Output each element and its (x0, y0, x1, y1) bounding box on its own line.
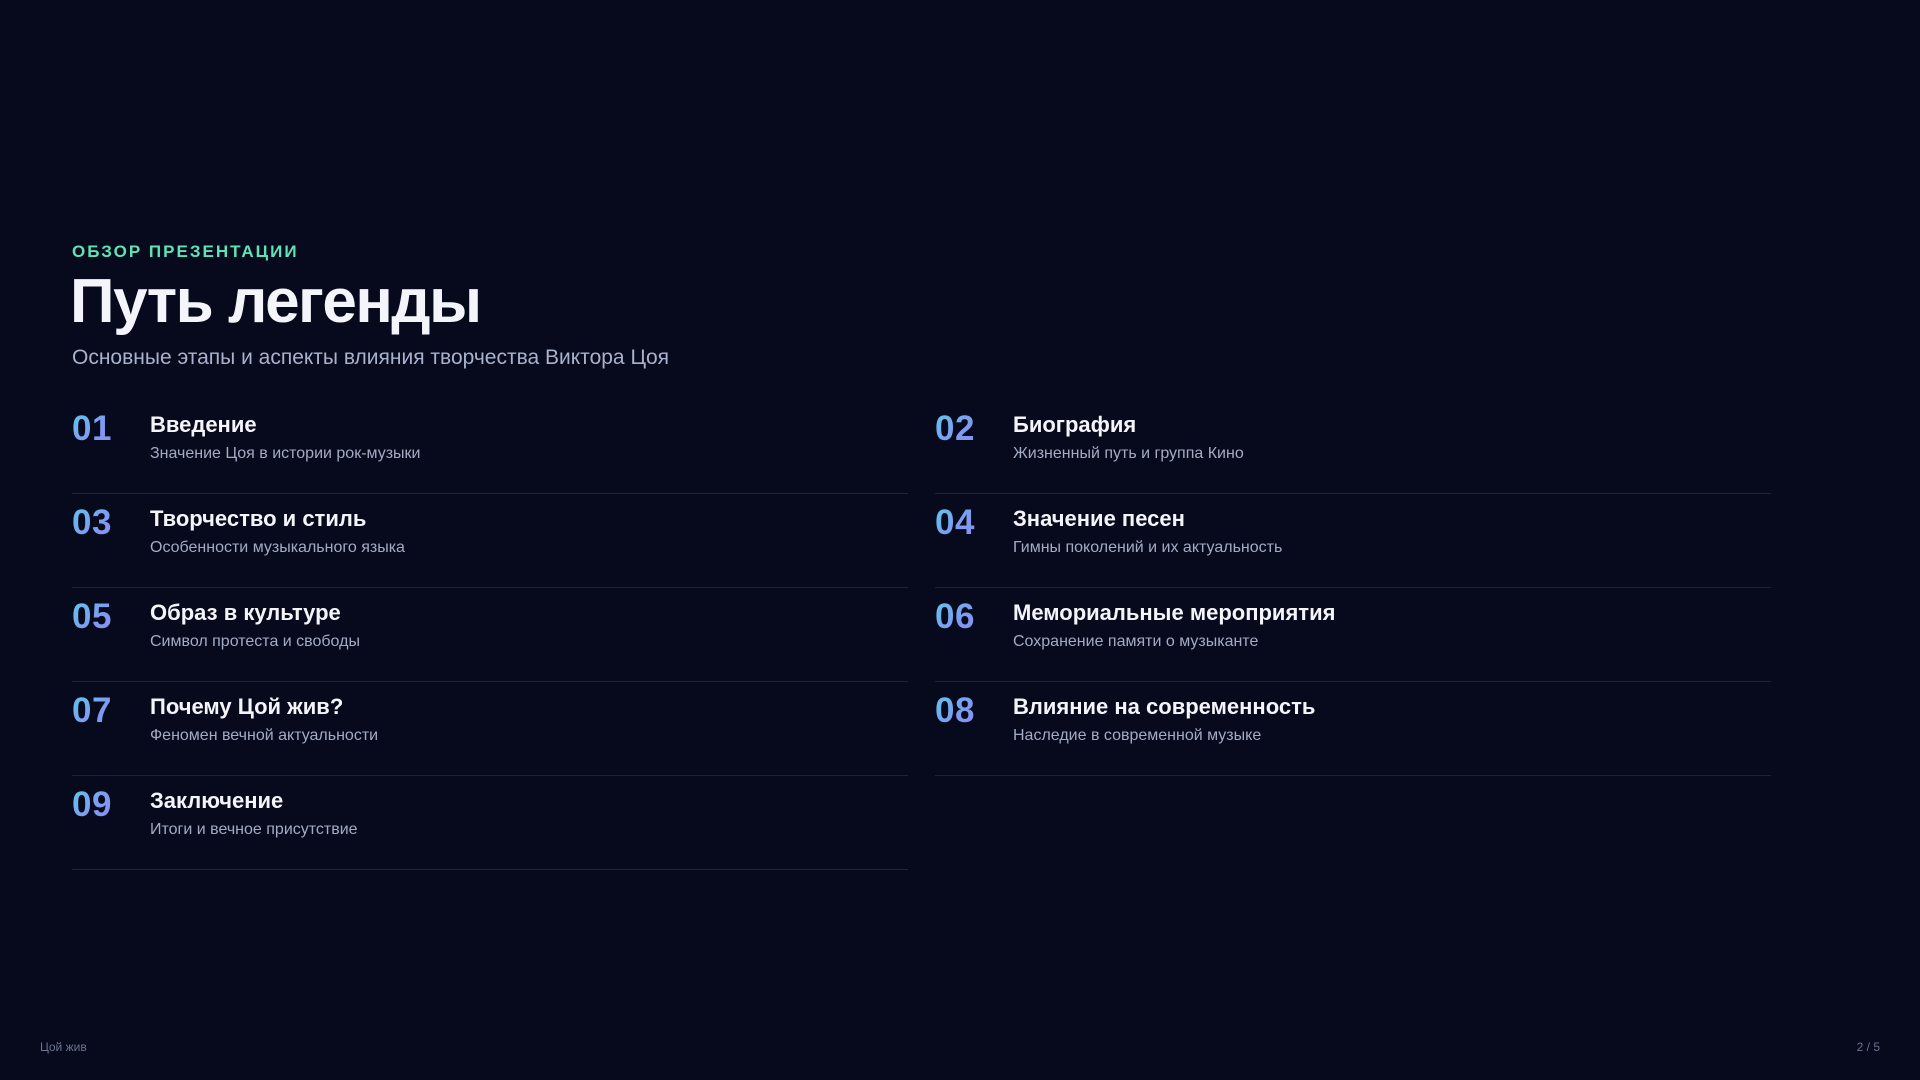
agenda-description: Жизненный путь и группа Кино (1013, 445, 1244, 462)
agenda-number: 01 (72, 409, 112, 448)
agenda-title: Биография (1013, 412, 1137, 437)
agenda-item-08: 08 Влияние на современность Наследие в с… (935, 682, 1771, 776)
agenda-number: 03 (72, 503, 112, 542)
agenda-number: 06 (935, 597, 975, 636)
agenda-title: Введение (150, 412, 257, 437)
slide: ОБЗОР ПРЕЗЕНТАЦИИ Путь легенды Основные … (0, 0, 1920, 1080)
page-title: Путь легенды (70, 267, 482, 336)
agenda-number: 07 (72, 691, 112, 730)
agenda-description: Гимны поколений и их актуальность (1013, 539, 1283, 556)
agenda-number: 09 (72, 785, 112, 824)
section-eyebrow: ОБЗОР ПРЕЗЕНТАЦИИ (72, 242, 299, 261)
agenda-description: Значение Цоя в истории рок-музыки (150, 445, 421, 462)
agenda-title: Образ в культуре (150, 600, 341, 625)
page-subtitle: Основные этапы и аспекты влияния творчес… (72, 346, 670, 369)
page-counter: 2 / 5 (1856, 1040, 1880, 1054)
agenda-description: Наследие в современной музыке (1013, 727, 1262, 744)
agenda-item-01: 01 Введение Значение Цоя в истории рок-м… (72, 400, 908, 494)
agenda-description: Итоги и вечное присутствие (150, 821, 358, 838)
agenda-number: 08 (935, 691, 975, 730)
agenda-item-02: 02 Биография Жизненный путь и группа Кин… (935, 400, 1771, 494)
agenda-title: Заключение (150, 788, 284, 813)
agenda-description: Феномен вечной актуальности (150, 727, 379, 744)
agenda-description: Особенности музыкального языка (150, 539, 405, 556)
agenda-description: Символ протеста и свободы (150, 633, 360, 650)
agenda-title: Влияние на современность (1013, 694, 1316, 719)
agenda-number: 04 (935, 503, 975, 542)
agenda-title: Творчество и стиль (150, 506, 367, 531)
agenda-item-04: 04 Значение песен Гимны поколений и их а… (935, 494, 1771, 588)
agenda-number: 05 (72, 597, 112, 636)
agenda-item-09: 09 Заключение Итоги и вечное присутствие (72, 776, 908, 870)
agenda-item-07: 07 Почему Цой жив? Феномен вечной актуал… (72, 682, 908, 776)
agenda-item-05: 05 Образ в культуре Символ протеста и св… (72, 588, 908, 682)
agenda-title: Почему Цой жив? (150, 694, 344, 719)
agenda-item-06: 06 Мемориальные мероприятия Сохранение п… (935, 588, 1771, 682)
agenda-description: Сохранение памяти о музыканте (1013, 633, 1259, 650)
agenda-number: 02 (935, 409, 975, 448)
agenda-item-03: 03 Творчество и стиль Особенности музыка… (72, 494, 908, 588)
agenda-title: Мемориальные мероприятия (1013, 600, 1336, 625)
agenda-title: Значение песен (1013, 506, 1185, 531)
agenda-grid: 01 Введение Значение Цоя в истории рок-м… (72, 400, 1774, 870)
footer-label: Цой жив (40, 1040, 87, 1054)
